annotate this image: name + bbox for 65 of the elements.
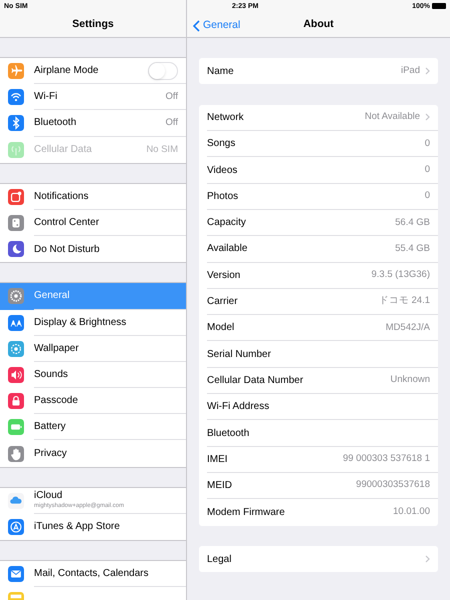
- settings-row[interactable]: Name iPad: [199, 58, 438, 84]
- item-label: iCloud: [34, 490, 64, 502]
- row-label: Network: [207, 110, 244, 125]
- item-label: iTunes & App Store: [34, 520, 120, 534]
- item-label: Wi-Fi: [34, 90, 58, 104]
- item-label: General: [34, 289, 70, 304]
- item-label: Airplane Mode: [34, 64, 98, 78]
- row-value: 99 000303 537618 1: [342, 452, 430, 466]
- settings-row[interactable]: Network Not Available: [199, 104, 438, 132]
- row-label: Model: [207, 321, 234, 336]
- row-label: Available: [207, 242, 248, 256]
- row-label: Capacity: [207, 216, 246, 230]
- item-value: Off: [166, 116, 178, 130]
- item-label: Notifications: [34, 190, 88, 204]
- page-title: About: [303, 16, 334, 32]
- row-value: iPad: [400, 64, 420, 78]
- chevron-icon: [425, 555, 430, 564]
- item-label: Battery: [34, 420, 66, 434]
- row-value: 0: [424, 189, 430, 204]
- row-value: 0: [424, 136, 430, 151]
- item-label: Display & Brightness: [34, 316, 126, 330]
- row-label: Modem Firmware: [207, 506, 285, 520]
- item-label: Bluetooth: [34, 116, 76, 130]
- battery-icon: [432, 3, 446, 9]
- row-label: Version: [207, 268, 240, 283]
- row-label: Songs: [207, 137, 236, 152]
- row-label: Bluetooth: [207, 426, 250, 440]
- back-button[interactable]: General: [193, 18, 240, 34]
- row-label: Photos: [207, 190, 238, 204]
- back-chevron-icon: [193, 20, 200, 32]
- item-value: Off: [166, 90, 178, 104]
- item-label: Do Not Disturb: [34, 242, 100, 257]
- item-label: Mail, Contacts, Calendars: [34, 567, 148, 582]
- item-label: Wallpaper: [34, 342, 79, 356]
- item-label: Cellular Data: [34, 143, 92, 158]
- row-label: Carrier: [207, 295, 238, 310]
- row-value: Not Available: [364, 110, 420, 124]
- row-value: 0: [424, 162, 430, 177]
- row-label: IMEI: [207, 452, 228, 467]
- row-label: Legal: [207, 552, 232, 567]
- row-value: ドコモ 24.1: [378, 294, 430, 308]
- toggle-switch[interactable]: [148, 62, 178, 80]
- sidebar-title: Settings: [72, 16, 114, 32]
- item-label: Sounds: [34, 368, 68, 382]
- item-label: Passcode: [34, 394, 78, 408]
- chevron-icon: [425, 113, 430, 122]
- row-value: 99000303537618: [356, 478, 430, 492]
- row-value: MD542J/A: [386, 320, 430, 335]
- row-value: 56.4 GB: [395, 216, 430, 230]
- sidebar-item[interactable]: Display & Brightness: [0, 310, 186, 336]
- row-label: Cellular Data Number: [207, 374, 304, 388]
- row-value: 10.01.00: [393, 505, 430, 520]
- chevron-icon: [425, 67, 430, 76]
- item-label: Control Center: [34, 216, 100, 230]
- row-value: 9.3.5 (13G36): [371, 268, 430, 282]
- row-label: Serial Number: [207, 348, 271, 362]
- row-value: Unknown: [390, 373, 430, 388]
- row-label: Wi-Fi Address: [207, 400, 270, 414]
- row-label: Name: [207, 64, 234, 79]
- row-value: 55.4 GB: [395, 242, 430, 256]
- row-label: Videos: [207, 164, 238, 178]
- settings-row[interactable]: Legal: [199, 546, 438, 572]
- item-value: No SIM: [146, 142, 178, 157]
- row-label: MEID: [207, 479, 232, 494]
- item-label: Privacy: [34, 447, 67, 462]
